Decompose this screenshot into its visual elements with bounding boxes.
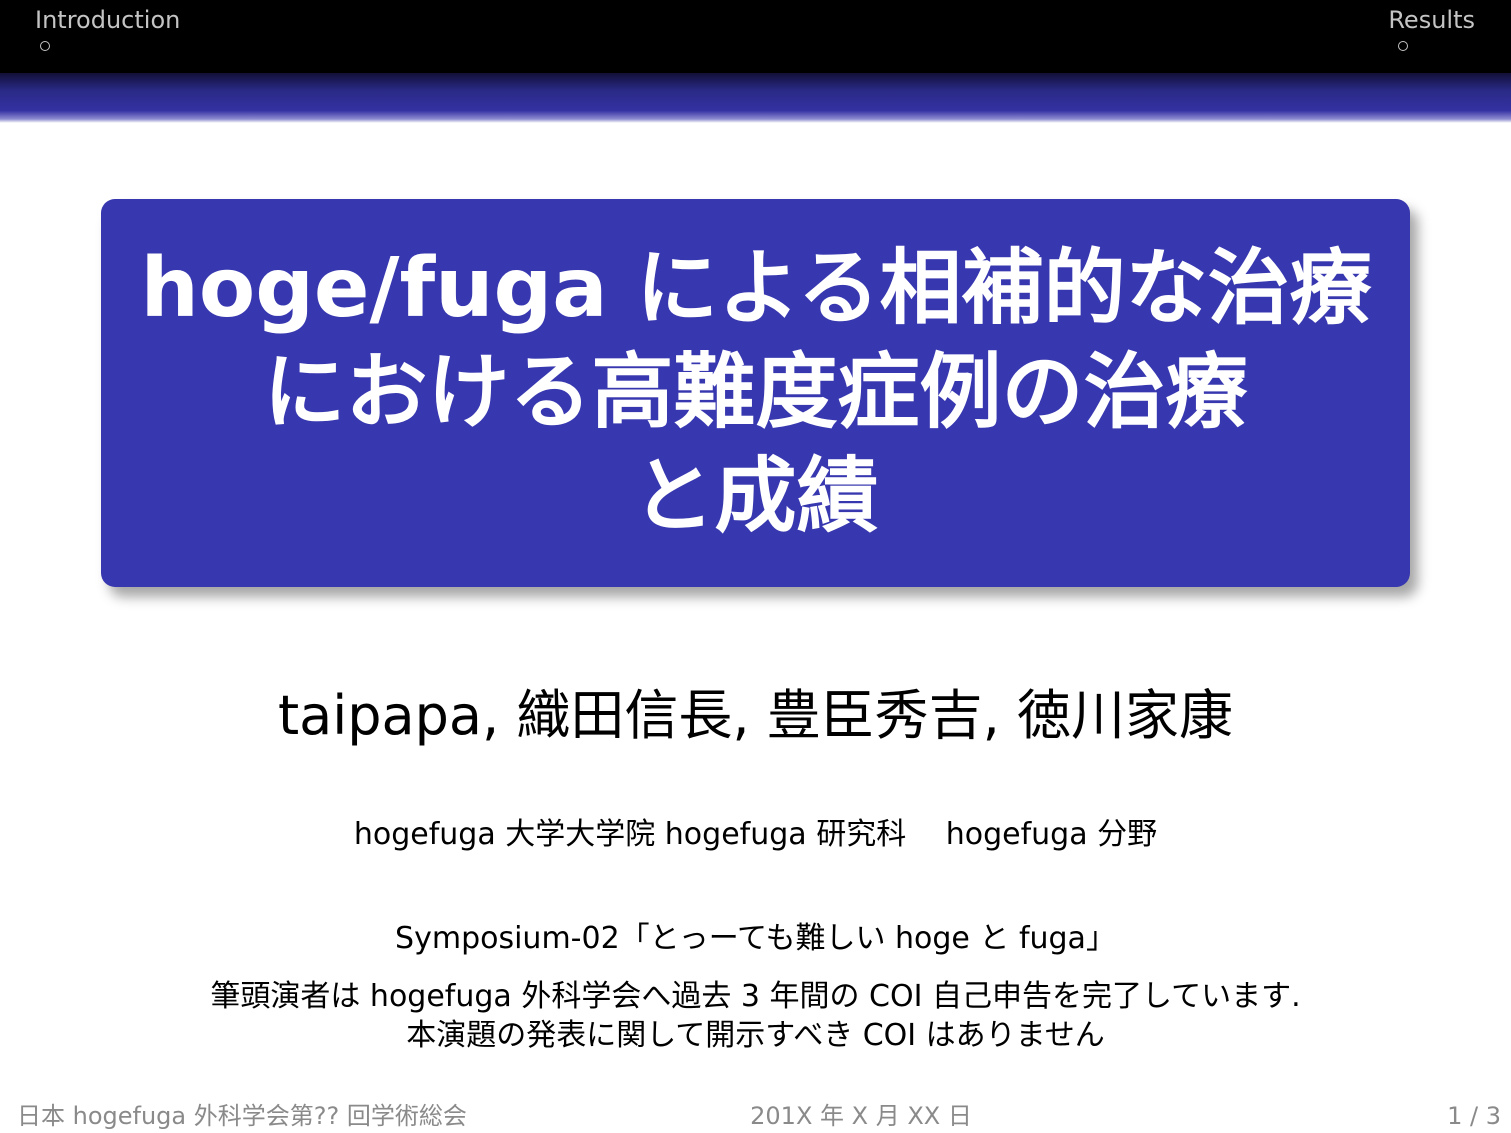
symposium-name: Symposium-02「とっーても難しい hoge と fuga」 [395,921,1116,956]
footer-page-number: 1 / 3 [1447,1102,1501,1130]
title-block: hoge/fuga による相補的な治療 における高難度症例の治療 と成績 [101,199,1410,587]
footer: 日本 hogefuga 外科学会第?? 回学術総会 201X 年 X 月 XX … [0,1100,1511,1133]
title-line-3: と成績 [632,449,879,544]
coi-statement: 筆頭演者は hogefuga 外科学会へ過去 3 年間の COI 自己申告を完了… [0,977,1511,1055]
footer-date: 201X 年 X 月 XX 日 [750,1102,972,1130]
coi-line-1: 筆頭演者は hogefuga 外科学会へ過去 3 年間の COI 自己申告を完了… [210,979,1301,1014]
title-line-2: における高難度症例の治療 [263,345,1248,440]
header-nav-bar: Introduction Results [0,0,1511,73]
slide-title: hoge/fuga による相補的な治療 における高難度症例の治療 と成績 [140,237,1372,549]
title-line-1: hoge/fuga による相補的な治療 [140,241,1372,336]
nav-frame-dot-introduction[interactable] [40,41,50,51]
affiliation: hogefuga 大学大学院 hogefuga 研究科 hogefuga 分野 [353,817,1158,852]
nav-section-results[interactable]: Results [1388,6,1475,34]
nav-section-introduction[interactable]: Introduction [35,6,180,34]
header-stripe [0,73,1511,123]
slide: Introduction Results hoge/fuga による相補的な治療… [0,0,1511,1133]
nav-frame-dot-results[interactable] [1398,41,1408,51]
authors: taipapa, 織田信長, 豊臣秀吉, 徳川家康 [278,684,1233,747]
coi-line-2: 本演題の発表に関して開示すべき COI はありません [406,1018,1105,1053]
